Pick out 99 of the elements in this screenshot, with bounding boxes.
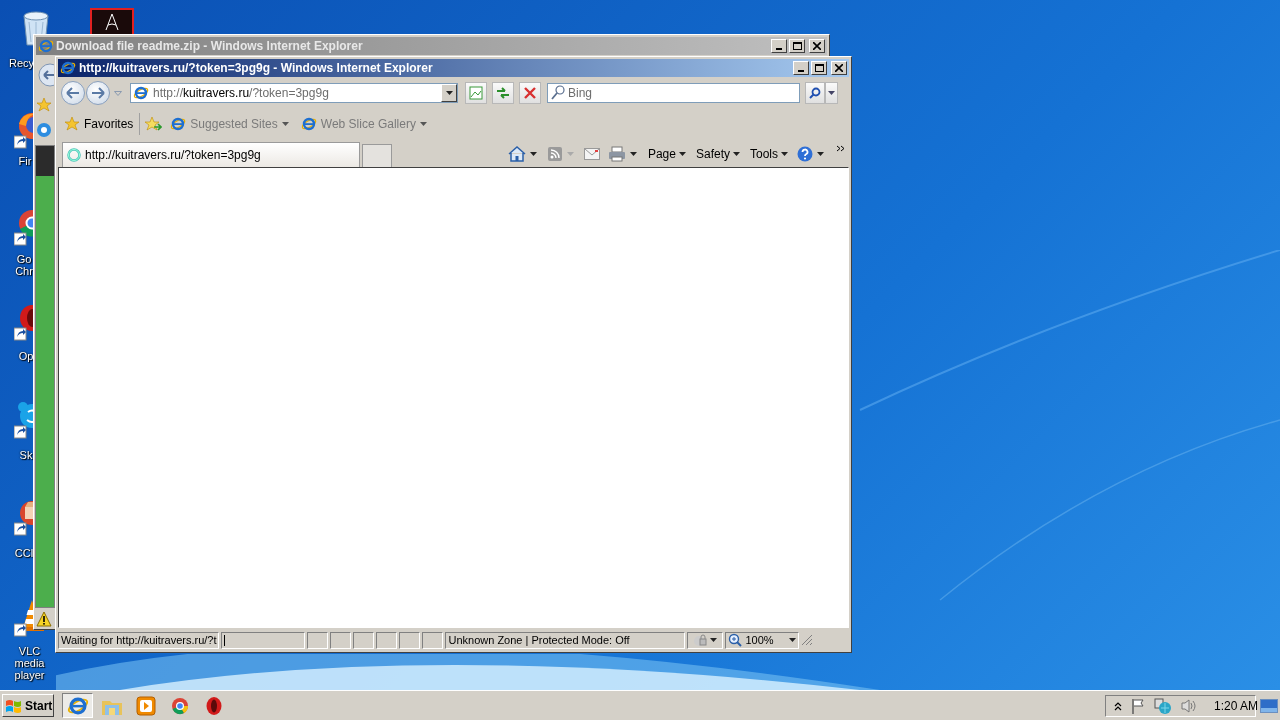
icon-label: Fir — [17, 155, 33, 167]
minimize-button[interactable] — [771, 39, 787, 53]
chevron-icon[interactable] — [837, 145, 845, 153]
show-desktop-icon[interactable] — [1260, 698, 1278, 713]
refresh-button[interactable] — [492, 82, 514, 104]
browser-icon — [300, 116, 317, 132]
lock-icon — [693, 633, 708, 647]
status-text: Waiting for http://kuitravers.ru/?t — [58, 631, 220, 649]
address-field[interactable]: http://kuitravers.ru/?token=3pg9g — [130, 83, 458, 103]
search-options-button[interactable] — [825, 82, 838, 104]
caret-icon — [710, 638, 718, 642]
search-button[interactable] — [805, 82, 825, 104]
status-pane — [307, 631, 329, 649]
dropdown-arrow-icon[interactable] — [527, 150, 539, 158]
caret-icon — [817, 152, 824, 156]
icon-label: CCl — [13, 547, 35, 559]
add-favorite-icon[interactable] — [144, 116, 163, 132]
star-icon — [64, 116, 80, 132]
refresh-arrows-icon — [496, 87, 510, 99]
resize-grip-icon — [801, 634, 814, 646]
browser-icon — [60, 60, 76, 76]
printer-icon[interactable] — [607, 146, 626, 162]
maximize-button[interactable] — [811, 61, 827, 75]
back-button[interactable] — [61, 81, 85, 105]
browser-icon — [133, 85, 149, 101]
close-button[interactable] — [809, 39, 825, 53]
status-pane — [399, 631, 421, 649]
caret-icon — [566, 152, 574, 156]
window-title: Download file readme.zip - Windows Internet Explorer — [56, 39, 363, 53]
maximize-icon — [814, 64, 824, 72]
dropdown-arrow-icon[interactable] — [627, 150, 639, 158]
compatibility-button[interactable] — [465, 82, 487, 104]
browser-tab[interactable]: http://kuitravers.ru/?token=3pg9g — [62, 142, 360, 167]
zoom-button[interactable]: 100% — [725, 631, 800, 649]
start-button[interactable]: Start — [2, 694, 54, 717]
close-icon — [813, 42, 821, 50]
address-dropdown-button[interactable] — [441, 84, 457, 102]
browser-icon — [36, 122, 52, 138]
flag-icon[interactable] — [1130, 697, 1146, 714]
maximize-button[interactable] — [789, 39, 805, 53]
caret-icon — [678, 152, 686, 156]
ring-app-icon — [204, 695, 223, 716]
windows-logo — [5, 697, 23, 714]
search-icon — [551, 85, 565, 101]
browser-icon — [38, 38, 54, 54]
speaker-icon[interactable] — [1180, 697, 1198, 714]
home-icon[interactable] — [507, 146, 526, 162]
stop-icon — [524, 87, 536, 99]
forward-button[interactable] — [86, 81, 110, 105]
close-icon — [835, 64, 843, 72]
status-pane — [330, 631, 352, 649]
browser-icon — [170, 116, 187, 132]
warning-icon — [36, 611, 52, 627]
caret-icon — [781, 152, 788, 156]
caret-icon — [529, 152, 537, 156]
status-pane — [422, 631, 444, 649]
caret-icon — [789, 638, 797, 642]
caret-icon — [733, 152, 740, 156]
favorites-button[interactable]: Favorites — [62, 113, 141, 135]
close-button[interactable] — [831, 61, 847, 75]
window-title: http://kuitravers.ru/?token=3pg9g - Windows Internet Explorer — [79, 61, 433, 75]
show-hidden-icon[interactable] — [1114, 700, 1122, 711]
stop-button[interactable] — [519, 82, 541, 104]
command-menu[interactable]: Page — [643, 147, 690, 161]
loading-icon — [67, 148, 81, 162]
browser-taskbar-button[interactable] — [62, 693, 93, 718]
caret-icon — [828, 91, 835, 95]
play-icon — [135, 695, 156, 716]
security-zone: Unknown Zone | Protected Mode: Off — [445, 631, 686, 649]
back-arrow-icon — [66, 87, 80, 99]
icon-label: Op — [17, 350, 35, 362]
command-menu[interactable]: Tools — [746, 147, 792, 161]
status-pane — [376, 631, 398, 649]
mail-icon[interactable] — [583, 148, 600, 160]
round-app-icon — [170, 696, 189, 715]
protected-mode-button[interactable] — [687, 631, 724, 649]
icon-label: Sk — [18, 449, 34, 461]
maximize-icon — [792, 42, 802, 50]
status-pane — [353, 631, 375, 649]
command-menu[interactable]: Safety — [691, 147, 744, 161]
caret-icon — [445, 91, 453, 95]
minimize-button[interactable] — [793, 61, 809, 75]
dropdown-arrow-icon[interactable] — [815, 150, 826, 158]
clock[interactable]: 1:20 AM — [1214, 698, 1259, 713]
caret-icon — [281, 122, 289, 126]
icon-label: Recy — [9, 57, 33, 69]
help-icon[interactable] — [797, 146, 813, 162]
search-icon — [809, 87, 821, 99]
zoom-icon — [728, 633, 743, 647]
icon-label: VLC media player — [13, 645, 46, 681]
caret-icon — [629, 152, 637, 156]
page-chart-icon — [469, 86, 483, 100]
star-icon[interactable] — [36, 97, 52, 113]
search-field[interactable]: Bing — [547, 83, 800, 103]
back-button-icon[interactable] — [36, 63, 54, 87]
forward-arrow-icon — [91, 87, 105, 99]
caret-icon — [419, 122, 427, 126]
feed-icon[interactable] — [546, 146, 563, 162]
icon-label: Go Chr — [14, 253, 34, 277]
